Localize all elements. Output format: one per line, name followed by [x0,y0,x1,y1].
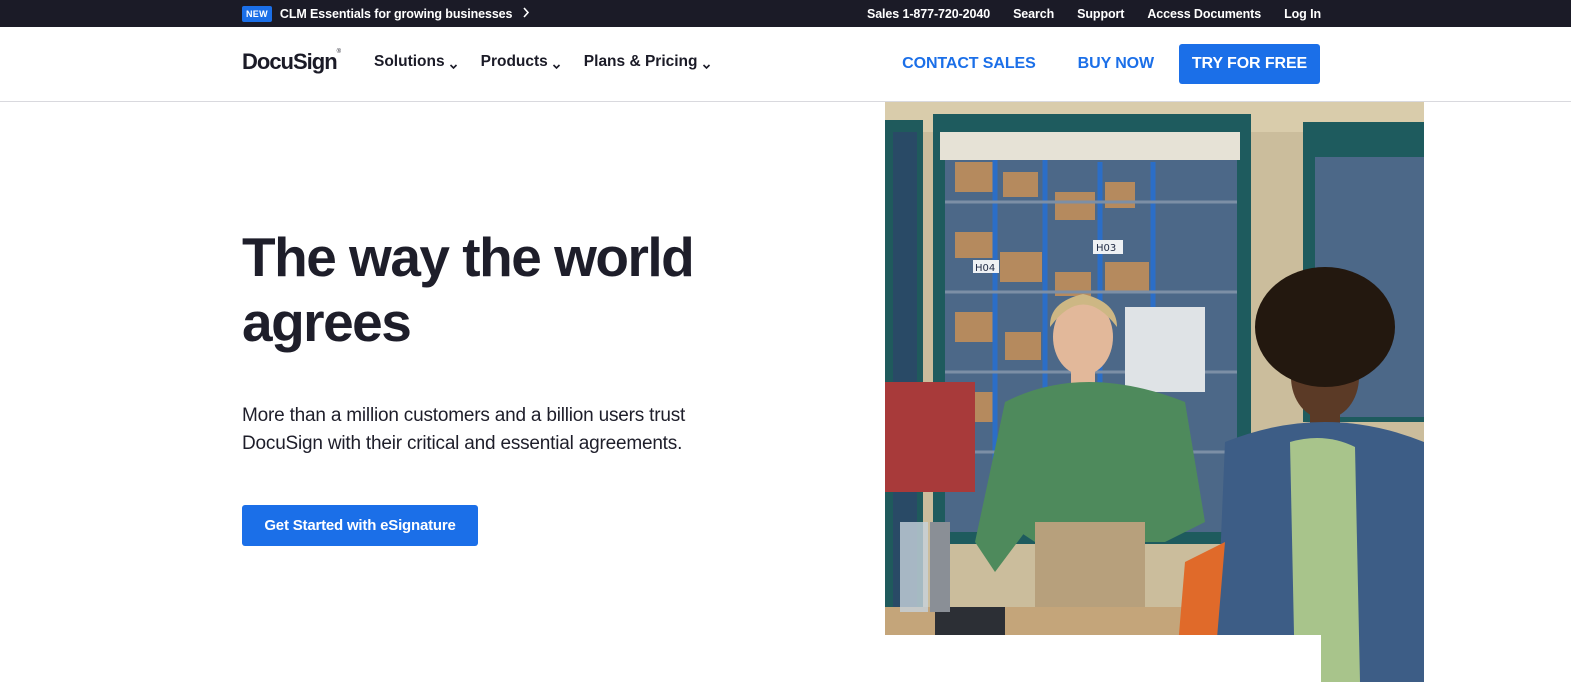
utility-bar: NEW CLM Essentials for growing businesse… [0,0,1571,27]
main-nav: DocuSign® Solutions Products Plans & Pri… [0,27,1571,102]
nav-item-label: Solutions [374,53,445,70]
hero-subtitle: More than a million customers and a bill… [242,405,686,454]
utility-links: Sales 1-877-720-2040 Search Support Acce… [867,0,1321,27]
nav-actions: CONTACT SALES BUY NOW TRY FOR FREE [902,44,1320,84]
chevron-down-icon [702,58,711,69]
hero-title: The way the world agrees [242,226,695,353]
promo-text[interactable]: CLM Essentials for growing businesses [280,7,513,21]
hero-photo: H03 H04 [885,102,1424,682]
search-link[interactable]: Search [1013,7,1054,21]
get-started-esignature-button[interactable]: Get Started with eSignature [242,505,478,546]
log-in-link[interactable]: Log In [1284,7,1321,21]
nav-item-solutions[interactable]: Solutions [374,53,458,71]
aisle-label-h03: H03 [1096,243,1116,254]
support-link[interactable]: Support [1077,7,1124,21]
nav-item-products[interactable]: Products [481,53,561,71]
nav-item-label: Plans & Pricing [583,53,698,70]
chevron-right-icon[interactable] [522,6,532,21]
chevron-down-icon [449,58,458,69]
contact-sales-link[interactable]: CONTACT SALES [902,55,1036,73]
access-documents-link[interactable]: Access Documents [1147,7,1261,21]
nav-item-label: Products [480,53,548,70]
buy-now-link[interactable]: BUY NOW [1078,55,1154,73]
sales-phone-link[interactable]: Sales 1-877-720-2040 [867,7,990,21]
chevron-down-icon [552,58,561,69]
promo-banner[interactable]: NEW CLM Essentials for growing businesse… [242,3,532,24]
new-badge: NEW [242,5,272,22]
photo-overlay-block [885,635,1321,682]
try-for-free-button[interactable]: TRY FOR FREE [1179,44,1320,84]
nav-item-plans-pricing[interactable]: Plans & Pricing [584,53,711,71]
aisle-label-h04: H04 [975,263,995,274]
docusign-logo[interactable]: DocuSign® [242,49,341,75]
nav-menu: Solutions Products Plans & Pricing [374,53,734,71]
